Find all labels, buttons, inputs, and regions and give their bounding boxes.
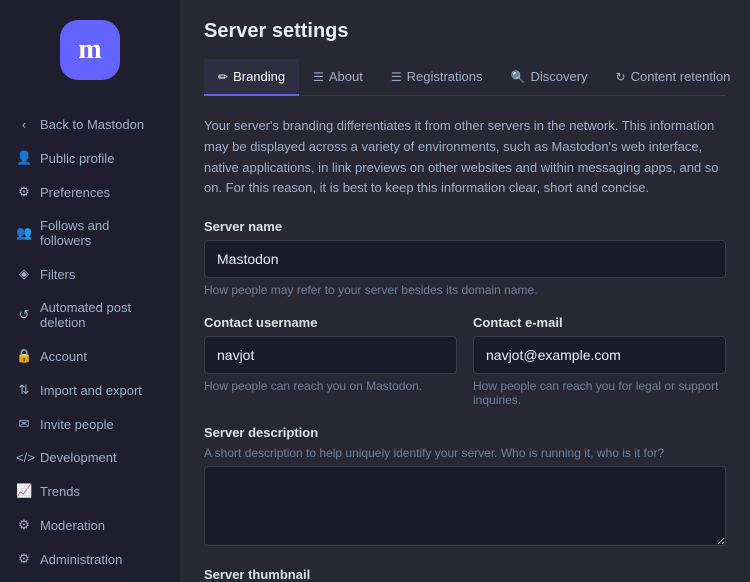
registrations-tab-icon: ☰ <box>391 70 402 84</box>
discovery-tab-icon: 🔍 <box>511 70 526 84</box>
tab-about[interactable]: ☰ About <box>299 59 377 96</box>
contact-row: Contact username How people can reach yo… <box>204 315 726 425</box>
sidebar-item-public-profile[interactable]: 👤 Public profile <box>0 141 180 175</box>
contact-username-hint: How people can reach you on Mastodon. <box>204 379 457 393</box>
delete-icon: ↺ <box>16 307 32 323</box>
person-icon: 👤 <box>16 150 32 166</box>
sidebar-item-back-to-mastodon[interactable]: ‹ Back to Mastodon <box>0 108 180 141</box>
code-icon: </> <box>16 450 32 465</box>
sidebar-item-dashboard[interactable]: ⊞ Dashboard <box>0 576 180 582</box>
thumbnail-label: Server thumbnail <box>204 567 726 582</box>
contact-username-group: Contact username How people can reach yo… <box>204 315 457 407</box>
branding-content: Your server's branding differentiates it… <box>180 96 750 582</box>
page-title: Server settings <box>204 20 726 43</box>
logo-circle: m <box>60 20 120 80</box>
sidebar-item-filters[interactable]: ◈ Filters <box>0 257 180 291</box>
gear-icon: ⚙ <box>16 184 32 200</box>
sidebar-nav: ‹ Back to Mastodon 👤 Public profile ⚙ Pr… <box>0 100 180 582</box>
sidebar-item-preferences[interactable]: ⚙ Preferences <box>0 175 180 209</box>
invite-icon: ✉ <box>16 416 32 432</box>
server-name-group: Server name How people may refer to your… <box>204 219 726 297</box>
main-header: Server settings ✏ Branding ☰ About ☰ Reg… <box>180 0 750 96</box>
tab-registrations[interactable]: ☰ Registrations <box>377 59 497 96</box>
contact-email-hint: How people can reach you for legal or su… <box>473 379 726 407</box>
contact-email-label: Contact e-mail <box>473 315 726 330</box>
server-description-label: Server description <box>204 425 726 440</box>
tabs-bar: ✏ Branding ☰ About ☰ Registrations 🔍 Dis… <box>204 59 726 96</box>
sidebar-item-trends[interactable]: 📈 Trends <box>0 474 180 508</box>
moderation-icon: ⚙ <box>16 517 32 533</box>
sidebar-item-auto-delete[interactable]: ↺ Automated post deletion <box>0 291 180 339</box>
logo-letter: m <box>78 34 101 66</box>
contact-username-input[interactable] <box>204 336 457 374</box>
tab-appearance[interactable]: 🖥 Appearance <box>744 59 750 96</box>
admin-icon: ⚙ <box>16 551 32 567</box>
sidebar-item-invite[interactable]: ✉ Invite people <box>0 407 180 441</box>
logo-area: m <box>0 0 180 100</box>
sidebar-item-administration[interactable]: ⚙ Administration <box>0 542 180 576</box>
import-export-icon: ⇅ <box>16 382 32 398</box>
tab-branding[interactable]: ✏ Branding <box>204 59 299 96</box>
sidebar-item-account[interactable]: 🔒 Account <box>0 339 180 373</box>
trends-icon: 📈 <box>16 483 32 499</box>
lock-icon: 🔒 <box>16 348 32 364</box>
sidebar-item-follows[interactable]: 👥 Follows and followers <box>0 209 180 257</box>
server-description-group: Server description A short description t… <box>204 425 726 549</box>
main-content: Server settings ✏ Branding ☰ About ☰ Reg… <box>180 0 750 582</box>
tab-discovery[interactable]: 🔍 Discovery <box>497 59 602 96</box>
content-retention-tab-icon: ↻ <box>616 70 626 84</box>
sidebar: m ‹ Back to Mastodon 👤 Public profile ⚙ … <box>0 0 180 582</box>
server-name-input[interactable] <box>204 240 726 278</box>
server-description-hint: A short description to help uniquely ide… <box>204 446 726 460</box>
server-name-label: Server name <box>204 219 726 234</box>
contact-email-group: Contact e-mail How people can reach you … <box>473 315 726 407</box>
sidebar-item-development[interactable]: </> Development <box>0 441 180 474</box>
server-name-hint: How people may refer to your server besi… <box>204 283 726 297</box>
branding-tab-icon: ✏ <box>218 70 228 84</box>
filter-icon: ◈ <box>16 266 32 282</box>
tab-content-retention[interactable]: ↻ Content retention <box>602 59 745 96</box>
sidebar-item-import-export[interactable]: ⇅ Import and export <box>0 373 180 407</box>
branding-description: Your server's branding differentiates it… <box>204 116 726 199</box>
back-icon: ‹ <box>16 117 32 132</box>
thumbnail-group: Server thumbnail A roughly 2:1 image dis… <box>204 567 726 582</box>
server-description-textarea[interactable] <box>204 466 726 546</box>
people-icon: 👥 <box>16 225 32 241</box>
sidebar-item-moderation[interactable]: ⚙ Moderation <box>0 508 180 542</box>
about-tab-icon: ☰ <box>313 70 324 84</box>
contact-email-input[interactable] <box>473 336 726 374</box>
contact-username-label: Contact username <box>204 315 457 330</box>
